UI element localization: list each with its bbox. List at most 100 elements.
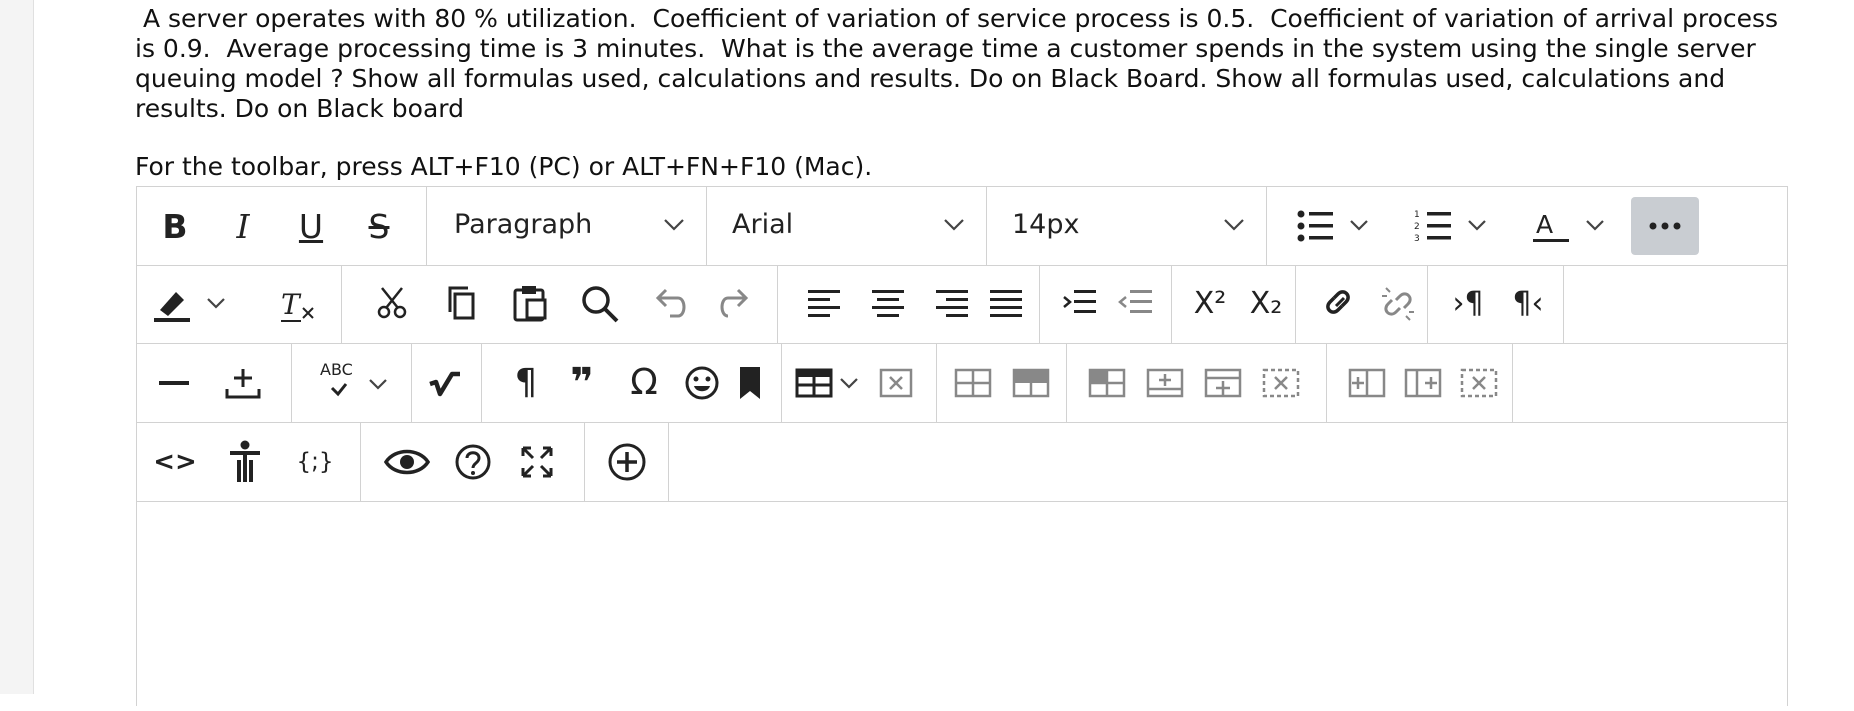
ltr-button[interactable]: ›¶ <box>1440 275 1496 333</box>
toolbar-row-1: B I U S Paragraph Arial 14px 1 2 3 A <box>137 187 1787 266</box>
question-text: A server operates with 80 % utilization.… <box>135 4 1787 123</box>
code-icon: <> <box>153 447 197 477</box>
fullscreen-icon <box>521 446 553 478</box>
table-icon <box>795 368 858 398</box>
delete-table-button[interactable] <box>868 354 924 412</box>
highlight-color-button[interactable] <box>147 275 237 333</box>
plus-underline-icon <box>225 369 261 399</box>
bold-button[interactable]: B <box>147 197 203 255</box>
indent-button[interactable] <box>1052 275 1108 333</box>
special-character-button[interactable]: Ω <box>616 354 672 412</box>
paste-button[interactable] <box>502 275 558 333</box>
superscript-button[interactable]: X² <box>1182 275 1238 333</box>
redo-button[interactable] <box>706 275 762 333</box>
highlight-clear-group: T <box>137 265 342 343</box>
align-center-icon <box>872 290 904 317</box>
find-replace-button[interactable] <box>572 275 628 333</box>
insert-row-after-button[interactable] <box>1195 354 1251 412</box>
table-row-props-button[interactable] <box>945 354 1001 412</box>
merge-cells-button[interactable] <box>1079 354 1135 412</box>
strikethrough-button[interactable]: S <box>351 197 407 255</box>
chevron-down-icon <box>664 219 684 231</box>
editor-content-area[interactable] <box>137 501 1787 711</box>
subscript-button[interactable]: X₂ <box>1238 275 1294 333</box>
copy-icon <box>448 286 475 320</box>
rich-text-editor: B I U S Paragraph Arial 14px 1 2 3 A T X… <box>136 186 1788 706</box>
spellcheck-button[interactable]: ABC <box>304 354 394 412</box>
align-right-icon <box>936 290 968 317</box>
show-blocks-button[interactable]: ¶ <box>498 354 554 412</box>
blockquote-button[interactable]: ❞ <box>554 354 610 412</box>
align-left-button[interactable] <box>796 275 852 333</box>
font-family-select[interactable]: Arial <box>707 187 987 265</box>
cut-button[interactable] <box>364 275 420 333</box>
copy-button[interactable] <box>434 275 490 333</box>
remove-link-button[interactable] <box>1370 275 1426 333</box>
horizontal-line-button[interactable] <box>147 354 203 412</box>
math-equation-button[interactable] <box>418 354 474 412</box>
accessibility-checker-button[interactable] <box>217 433 273 491</box>
insert-element-button[interactable] <box>215 354 271 412</box>
highlighter-icon <box>154 292 225 322</box>
align-center-button[interactable] <box>860 275 916 333</box>
fullscreen-button[interactable] <box>509 433 565 491</box>
link-group <box>1296 265 1428 343</box>
table-insert-group <box>782 344 937 422</box>
unlink-icon <box>1382 287 1414 321</box>
outdent-icon <box>1118 290 1152 313</box>
insert-row-before-button[interactable] <box>1137 354 1193 412</box>
text-color-button[interactable]: A <box>1525 197 1617 255</box>
align-left-icon <box>808 290 840 317</box>
numbered-list-icon: 1 2 3 <box>1414 210 1486 244</box>
justify-button[interactable] <box>978 275 1034 333</box>
horizontal-line-icon <box>159 381 189 385</box>
source-code-button[interactable]: <> <box>147 433 203 491</box>
redo-icon <box>720 288 749 318</box>
bullet-list-icon <box>1297 210 1368 242</box>
insert-table-button[interactable] <box>794 354 866 412</box>
font-size-select[interactable]: 14px <box>987 187 1267 265</box>
anchor-button[interactable] <box>722 354 778 412</box>
ltr-icon: ›¶ <box>1452 286 1484 321</box>
delete-column-button[interactable] <box>1451 354 1507 412</box>
numbered-list-button[interactable]: 1 2 3 <box>1407 197 1499 255</box>
underline-button[interactable]: U <box>283 197 339 255</box>
add-content-button[interactable] <box>599 433 655 491</box>
indent-group <box>1040 265 1172 343</box>
italic-icon: I <box>236 206 250 246</box>
insert-column-icon <box>1204 368 1242 398</box>
table-row-group <box>937 344 1067 422</box>
symbols-group: ¶ ❞ Ω <box>482 344 782 422</box>
block-format-select[interactable]: Paragraph <box>427 187 707 265</box>
table-split-icon <box>1088 368 1126 398</box>
insert-column-before-button[interactable] <box>1339 354 1395 412</box>
italic-button[interactable]: I <box>215 197 271 255</box>
delete-row-button[interactable] <box>1253 354 1309 412</box>
align-justify-icon <box>990 290 1022 317</box>
font-family-value: Arial <box>732 209 794 240</box>
help-button[interactable] <box>445 433 501 491</box>
strikethrough-icon: S <box>368 206 390 246</box>
undo-icon <box>655 288 686 318</box>
svg-text:2: 2 <box>1414 222 1420 232</box>
table-cell-props-button[interactable] <box>1003 354 1059 412</box>
block-format-value: Paragraph <box>454 209 593 240</box>
insert-column-after-icon <box>1404 368 1442 398</box>
toolbar-row-3: ABC ¶ ❞ Ω <box>137 344 1787 423</box>
bullet-list-button[interactable] <box>1289 197 1381 255</box>
accessibility-icon <box>230 440 260 482</box>
outdent-button[interactable] <box>1108 275 1164 333</box>
more-button[interactable] <box>1631 197 1699 255</box>
undo-button[interactable] <box>642 275 698 333</box>
variables-button[interactable]: {;} <box>287 433 343 491</box>
table-edit-group <box>1067 344 1327 422</box>
clear-formatting-button[interactable]: T <box>269 275 325 333</box>
insert-link-button[interactable] <box>1310 275 1366 333</box>
insert-column-after-button[interactable] <box>1395 354 1451 412</box>
rtl-button[interactable]: ¶‹ <box>1500 275 1556 333</box>
align-right-button[interactable] <box>924 275 980 333</box>
spellcheck-icon <box>330 379 387 397</box>
clear-formatting-icon: T <box>281 288 314 322</box>
preview-button[interactable] <box>375 433 439 491</box>
spellcheck-group[interactable]: ABC <box>292 344 412 422</box>
